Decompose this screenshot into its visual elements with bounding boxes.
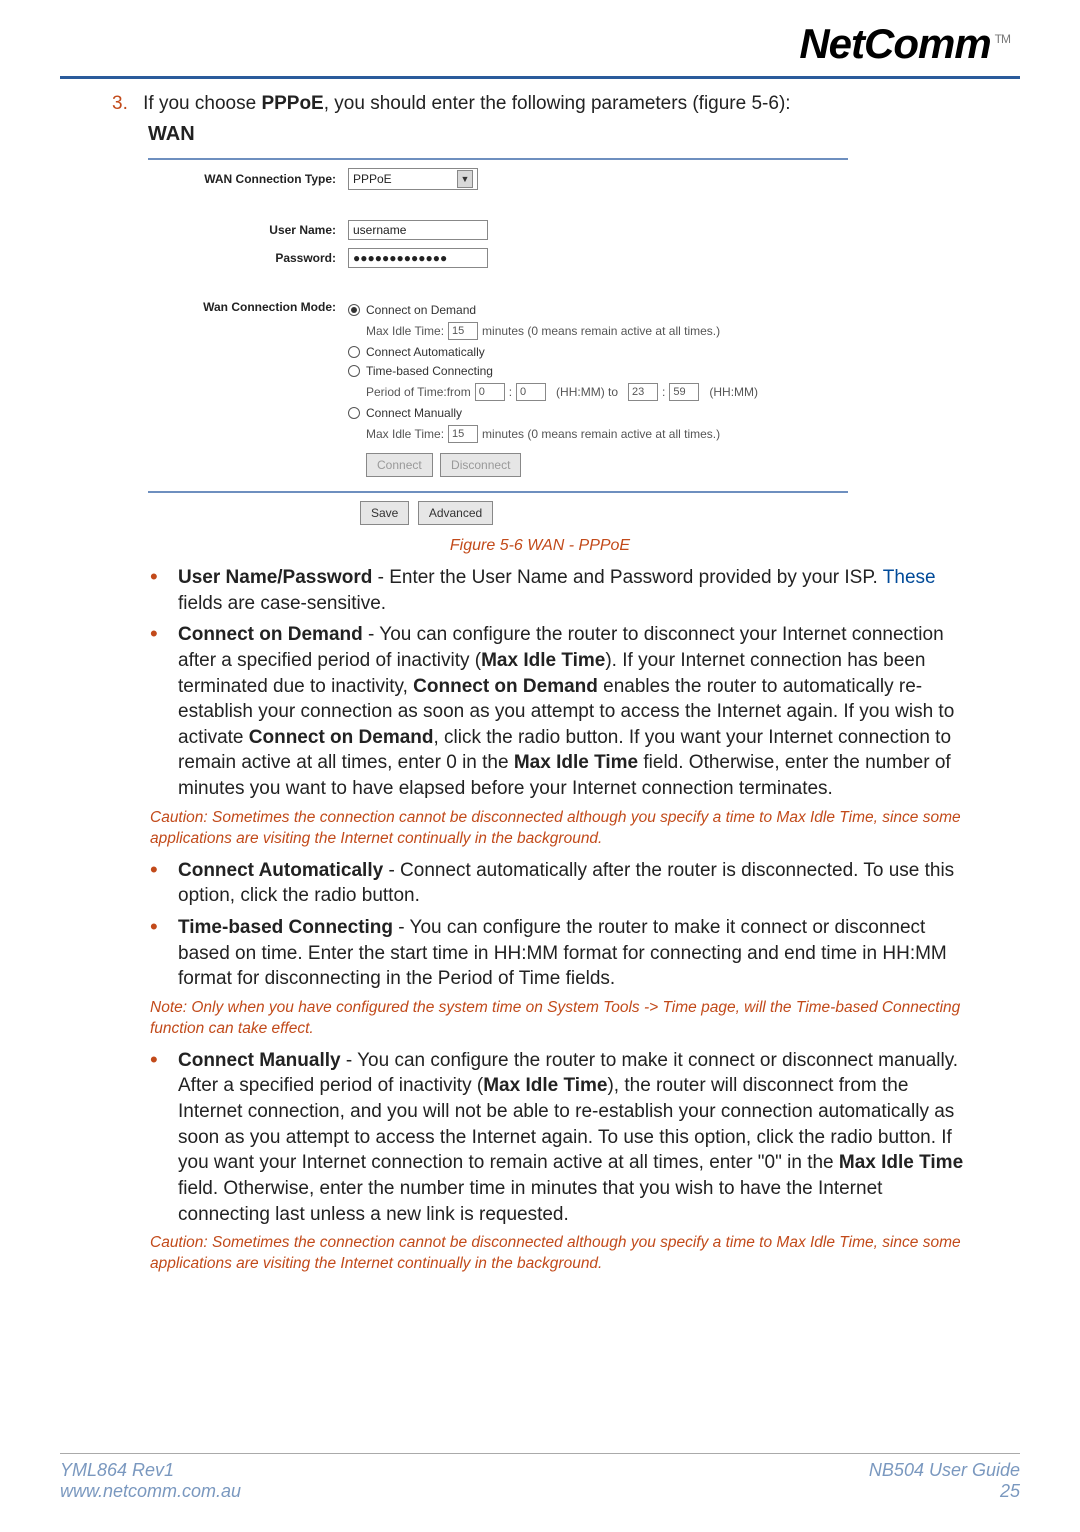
bullet-list-2: Connect Automatically - Connect automati…: [150, 858, 972, 992]
max-idle-suffix: minutes (0 means remain active at all ti…: [482, 324, 720, 338]
radio-time-based[interactable]: [348, 365, 360, 377]
radio-connect-manually[interactable]: [348, 407, 360, 419]
footer-guide: NB504 User Guide: [869, 1460, 1020, 1481]
radio-label: Connect on Demand: [366, 303, 476, 317]
caution-note-2: Caution: Sometimes the connection cannot…: [150, 1233, 972, 1275]
disconnect-button[interactable]: Disconnect: [440, 453, 521, 477]
radio-connect-auto[interactable]: [348, 346, 360, 358]
step-text-2: , you should enter the following paramet…: [324, 93, 791, 114]
conn-mode-label: Wan Connection Mode:: [148, 298, 348, 314]
bullet-list-3: Connect Manually - You can configure the…: [150, 1048, 972, 1227]
page-footer: YML864 Rev1 www.netcomm.com.au NB504 Use…: [60, 1453, 1020, 1502]
step-text: If you choose: [143, 93, 261, 114]
radio-label: Connect Manually: [366, 406, 462, 420]
max-idle-suffix-2: minutes (0 means remain active at all ti…: [482, 427, 720, 441]
username-label: User Name:: [148, 223, 348, 237]
figure-caption: Figure 5-6 WAN - PPPoE: [60, 537, 1020, 555]
step-instruction: 3. If you choose PPPoE, you should enter…: [112, 93, 1020, 115]
save-button[interactable]: Save: [360, 501, 409, 525]
caution-note-1: Caution: Sometimes the connection cannot…: [150, 808, 972, 850]
connect-button[interactable]: Connect: [366, 453, 433, 477]
password-input[interactable]: ●●●●●●●●●●●●●: [348, 248, 488, 268]
password-label: Password:: [148, 251, 348, 265]
wan-hr: [148, 491, 848, 493]
logo-text: NetComm: [799, 20, 990, 67]
brand-logo: NetComm TM: [799, 20, 1010, 68]
period-mid: (HH:MM) to: [556, 385, 618, 399]
footer-divider: [60, 1453, 1020, 1454]
divider: [60, 76, 1020, 79]
select-value: PPPoE: [353, 172, 392, 186]
footer-page-num: 25: [869, 1481, 1020, 1502]
chevron-down-icon: ▼: [457, 170, 473, 188]
note-time-config: Note: Only when you have configured the …: [150, 998, 972, 1040]
bullet-time-based: Time-based Connecting - You can configur…: [150, 915, 972, 992]
radio-connect-on-demand[interactable]: [348, 304, 360, 316]
period-from-mm[interactable]: 0: [516, 383, 546, 401]
conn-type-label: WAN Connection Type:: [148, 172, 348, 186]
period-to-mm[interactable]: 59: [669, 383, 699, 401]
wan-hr: [148, 158, 848, 160]
page-header: NetComm TM: [60, 20, 1020, 68]
footer-url: www.netcomm.com.au: [60, 1481, 241, 1502]
bullet-connect-manually: Connect Manually - You can configure the…: [150, 1048, 972, 1227]
period-from-hh[interactable]: 0: [475, 383, 505, 401]
wan-heading: WAN: [148, 123, 1020, 146]
logo-tm: TM: [995, 32, 1010, 46]
bullet-connect-on-demand: Connect on Demand - You can configure th…: [150, 622, 972, 801]
footer-rev: YML864 Rev1: [60, 1460, 241, 1481]
bullet-connect-auto: Connect Automatically - Connect automati…: [150, 858, 972, 909]
max-idle-input[interactable]: 15: [448, 322, 478, 340]
radio-label: Time-based Connecting: [366, 364, 493, 378]
period-to-hh[interactable]: 23: [628, 383, 658, 401]
bullet-user-pass: User Name/Password - Enter the User Name…: [150, 565, 972, 616]
max-idle-label: Max Idle Time:: [366, 324, 444, 338]
step-number: 3.: [112, 93, 128, 114]
max-idle-label-2: Max Idle Time:: [366, 427, 444, 441]
advanced-button[interactable]: Advanced: [418, 501, 493, 525]
period-label: Period of Time:from: [366, 385, 471, 399]
username-input[interactable]: username: [348, 220, 488, 240]
bullet-list: User Name/Password - Enter the User Name…: [150, 565, 972, 802]
wan-screenshot: WAN WAN Connection Type: PPPoE ▼ User Nam…: [148, 123, 1020, 525]
step-bold: PPPoE: [261, 93, 323, 114]
wan-connection-type-select[interactable]: PPPoE ▼: [348, 168, 478, 190]
period-end: (HH:MM): [709, 385, 758, 399]
max-idle-input-2[interactable]: 15: [448, 425, 478, 443]
these-link: These: [883, 567, 936, 588]
radio-label: Connect Automatically: [366, 345, 485, 359]
